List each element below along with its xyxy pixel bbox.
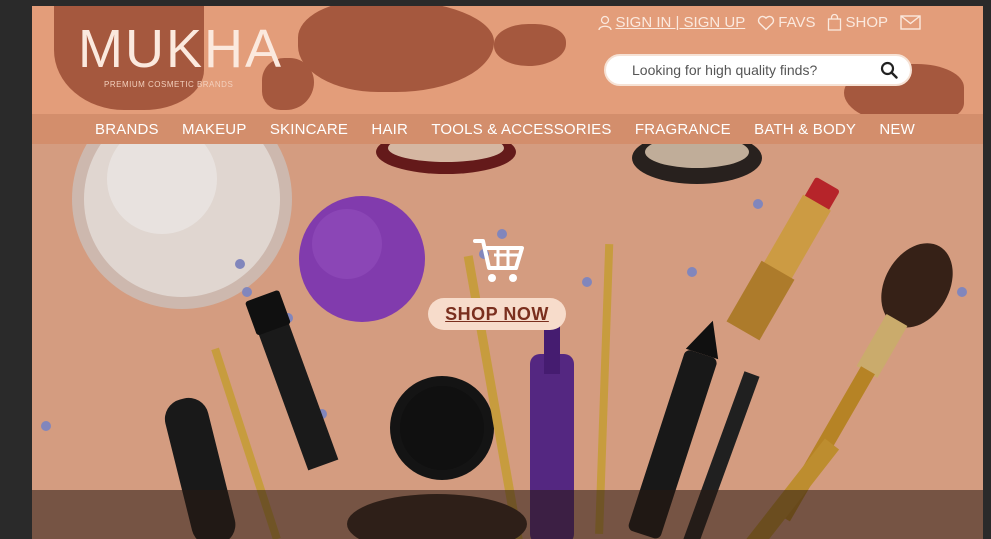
mail-icon <box>900 15 921 30</box>
nav-item-fragrance[interactable]: FRAGRANCE <box>635 121 731 138</box>
favs-link[interactable]: FAVS <box>757 14 815 31</box>
hero-overlay <box>32 144 983 539</box>
search-bar <box>604 54 912 86</box>
signin-link[interactable]: SIGN IN | SIGN UP <box>598 14 745 31</box>
nav-item-brands[interactable]: BRANDS <box>95 121 159 138</box>
main-nav: BRANDS MAKEUP SKINCARE HAIR TOOLS & ACCE… <box>32 114 983 144</box>
top-links: SIGN IN | SIGN UP FAVS SHOP <box>598 14 921 31</box>
page-frame: MUKHA PREMIUM COSMETIC BRANDS SIGN IN | … <box>32 6 983 539</box>
nav-item-new[interactable]: NEW <box>879 121 915 138</box>
favs-label: FAVS <box>778 14 816 31</box>
site-header: MUKHA PREMIUM COSMETIC BRANDS SIGN IN | … <box>32 6 983 114</box>
decorative-blob <box>298 6 494 92</box>
signin-label: SIGN IN | SIGN UP <box>615 14 746 31</box>
site-logo[interactable]: MUKHA <box>78 22 283 76</box>
cart-icon <box>472 236 526 291</box>
heart-icon <box>757 15 775 31</box>
decorative-blob <box>494 24 566 66</box>
nav-item-tools-accessories[interactable]: TOOLS & ACCESSORIES <box>431 121 611 138</box>
user-icon <box>598 15 613 31</box>
shop-link[interactable]: SHOP <box>827 14 888 31</box>
search-icon[interactable] <box>880 61 898 79</box>
search-input[interactable] <box>632 62 880 78</box>
nav-item-bath-body[interactable]: BATH & BODY <box>754 121 856 138</box>
mail-link[interactable] <box>900 15 921 30</box>
hero-bottom-band <box>32 490 983 539</box>
shop-label: SHOP <box>845 14 888 31</box>
hero-banner: SHOP NOW <box>32 144 983 539</box>
shop-now-button[interactable]: SHOP NOW <box>428 298 566 330</box>
site-tagline: PREMIUM COSMETIC BRANDS <box>104 80 234 89</box>
nav-item-makeup[interactable]: MAKEUP <box>182 121 247 138</box>
nav-item-hair[interactable]: HAIR <box>371 121 408 138</box>
shopping-bag-icon <box>827 14 842 31</box>
nav-item-skincare[interactable]: SKINCARE <box>270 121 348 138</box>
